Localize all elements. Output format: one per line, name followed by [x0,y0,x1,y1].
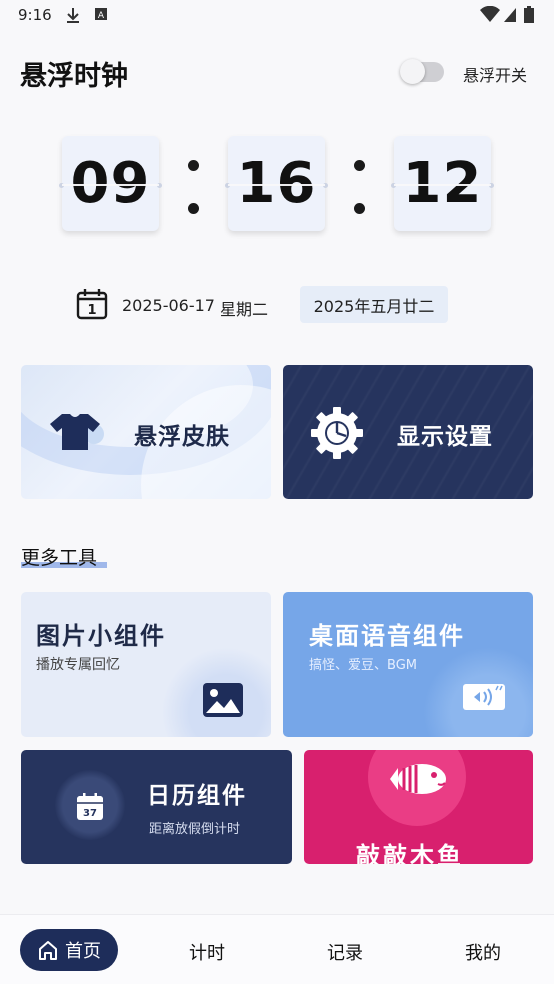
gear-icon [311,407,363,459]
nav-home-label: 首页 [65,941,101,962]
wooden-fish-card[interactable]: 敲敲木鱼 [304,750,533,864]
speaker-icon [463,684,505,710]
battery-icon [524,6,534,23]
float-skin-label: 悬浮皮肤 [134,424,230,450]
nav-records-tab[interactable]: 记录 [327,939,363,965]
svg-text:A: A [98,11,105,21]
wooden-fish-icon [390,764,446,794]
image-icon [203,683,243,717]
hours-value: 09 [70,151,151,216]
date-text: 2025-06-17 [122,296,215,315]
status-bar: 9:16 A [0,0,554,32]
display-settings-label: 显示设置 [397,424,493,450]
seconds-card: 12 [391,136,494,231]
seconds-value: 12 [402,151,483,216]
keyboard-a-icon: A [95,8,107,21]
nav-timer-tab[interactable]: 计时 [189,939,225,965]
home-icon [39,941,57,960]
minutes-value: 16 [236,151,317,216]
display-settings-card[interactable]: 显示设置 [283,365,533,499]
calendar-widget-title: 日历组件 [147,783,247,809]
colon-separator [188,160,199,214]
weekday-text: 星期二 [220,300,269,319]
voice-widget-subtitle: 搞怪、爱豆、BGM [309,658,417,673]
calendar-widget-card[interactable]: 37 日历组件 距离放假倒计时 [21,750,292,864]
float-toggle-label: 悬浮开关 [463,66,528,85]
wifi-icon [480,6,500,22]
calendar-widget-icon: 37 [77,793,103,820]
page-title: 悬浮时钟 [20,61,128,92]
date-row: 1 2025-06-17 星期二 2025年五月廿二 [0,286,554,324]
wooden-fish-title: 敲敲木鱼 [356,842,464,864]
download-icon [67,8,79,23]
hours-card: 09 [59,136,162,231]
nav-mine-tab[interactable]: 我的 [465,939,501,965]
float-skin-card[interactable]: 悬浮皮肤 [21,365,271,499]
photo-widget-card[interactable]: 图片小组件 播放专属回忆 [21,592,271,737]
calendar-day: 1 [87,303,96,318]
calendar-icon: 1 [76,289,108,320]
calendar-widget-icon-text: 37 [83,808,97,819]
photo-widget-subtitle: 播放专属回忆 [36,657,120,673]
colon-separator [354,160,365,214]
bottom-nav: 首页 计时 记录 我的 [0,914,554,984]
shirt-icon [50,414,104,450]
calendar-widget-subtitle: 距离放假倒计时 [149,822,241,837]
voice-widget-title: 桌面语音组件 [309,622,465,650]
status-time: 9:16 [18,6,52,24]
minutes-card: 16 [225,136,328,231]
nav-home-tab[interactable]: 首页 [20,929,118,971]
float-toggle-switch[interactable] [400,59,444,84]
lunar-date-chip: 2025年五月廿二 [300,286,448,323]
more-tools-title: 更多工具 [21,547,98,569]
voice-widget-card[interactable]: 桌面语音组件 搞怪、爱豆、BGM [283,592,533,737]
signal-icon [504,8,516,22]
toggle-knob [400,59,425,84]
photo-widget-title: 图片小组件 [36,622,166,650]
